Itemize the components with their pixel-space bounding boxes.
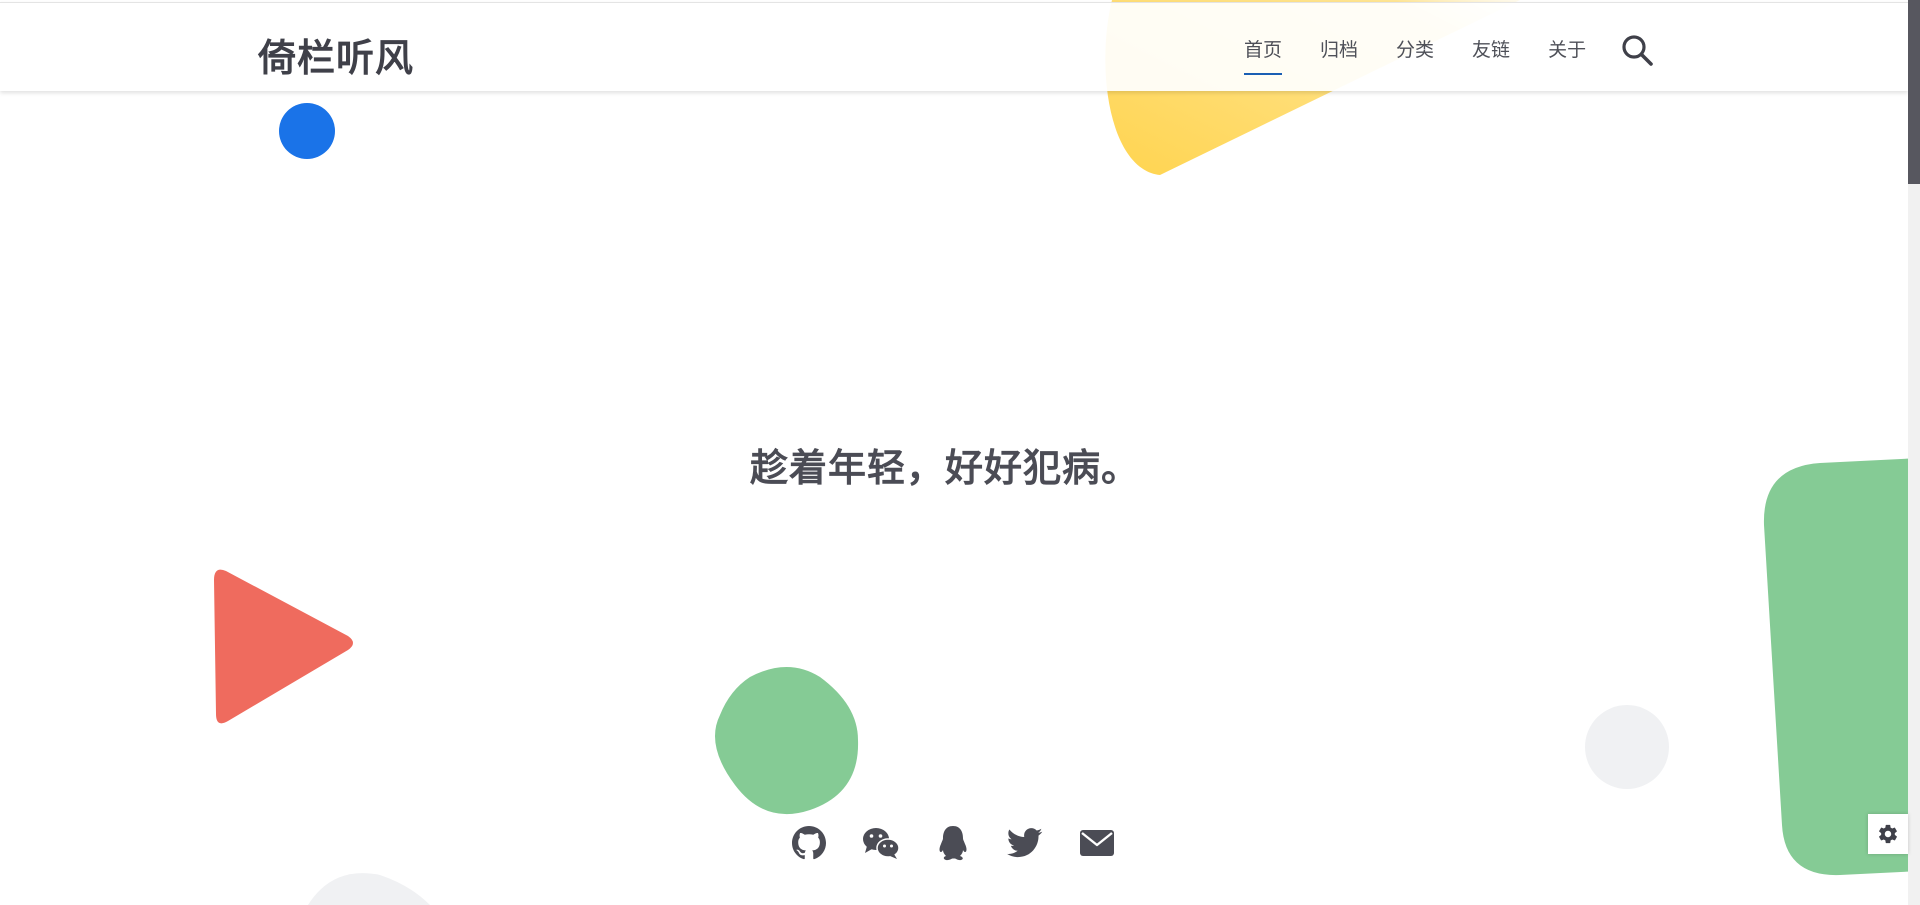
green-blob-decoration (715, 667, 859, 815)
nav-item-links[interactable]: 友链 (1472, 37, 1510, 75)
site-header: 倚栏听风 首页 归档 分类 友链 关于 (0, 2, 1908, 91)
gear-icon (1879, 824, 1897, 844)
github-icon[interactable] (790, 824, 828, 862)
wechat-icon[interactable] (862, 824, 900, 862)
red-triangle-decoration (214, 569, 353, 724)
twitter-icon[interactable] (1006, 824, 1044, 862)
nav-item-archive[interactable]: 归档 (1320, 37, 1358, 75)
hero-motto: 趁着年轻，好好犯病。 (749, 446, 1140, 490)
nav-item-about[interactable]: 关于 (1548, 37, 1586, 75)
qq-icon[interactable] (934, 824, 972, 862)
page-scrollbar[interactable] (1908, 0, 1920, 905)
grey-shape-decoration (308, 873, 430, 905)
page: 倚栏听风 首页 归档 分类 友链 关于 趁着年轻，好好犯病。 (0, 0, 1920, 905)
nav-item-categories[interactable]: 分类 (1396, 37, 1434, 75)
nav-item-home[interactable]: 首页 (1244, 37, 1283, 75)
search-icon[interactable] (1620, 33, 1654, 67)
main-nav: 首页 归档 分类 友链 关于 (1244, 37, 1624, 75)
site-logo[interactable]: 倚栏听风 (258, 27, 414, 82)
mail-icon[interactable] (1078, 824, 1116, 862)
scrollbar-thumb[interactable] (1908, 0, 1920, 184)
grey-circle-decoration (1585, 705, 1669, 789)
settings-button[interactable] (1868, 814, 1908, 854)
blue-circle-decoration (279, 103, 335, 159)
social-links (790, 824, 1150, 862)
